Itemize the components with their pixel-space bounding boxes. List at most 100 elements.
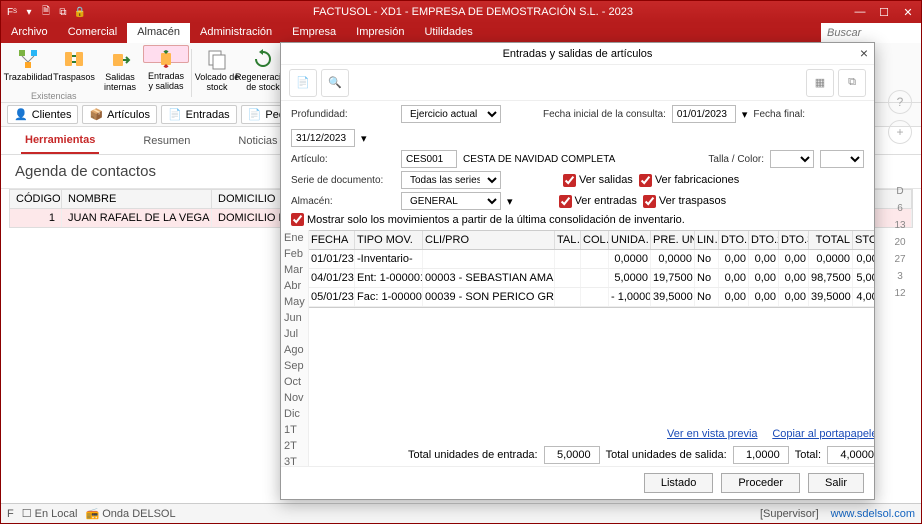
qa-save-icon[interactable]: ▾: [22, 5, 36, 19]
col-cli[interactable]: CLI/PRO: [423, 231, 555, 249]
quick-entradas[interactable]: 📄Entradas: [161, 105, 237, 124]
btn-listado[interactable]: Listado: [644, 473, 713, 493]
col-d1[interactable]: DTO.1: [719, 231, 749, 249]
grid-row[interactable]: 04/01/23Ent: 1-000001 …00003 - SEBASTIAN…: [309, 269, 874, 288]
chk-salidas[interactable]: Ver salidas: [563, 174, 633, 187]
doc-icon: 📄: [248, 108, 262, 121]
menu-utilidades[interactable]: Utilidades: [414, 23, 482, 43]
month-item[interactable]: Jun: [281, 310, 308, 326]
sel-serie[interactable]: Todas las series: [401, 171, 501, 189]
qa-print-icon[interactable]: 🗎: [39, 5, 53, 19]
chk-traspasos[interactable]: Ver traspasos: [643, 195, 726, 208]
month-item[interactable]: Ene: [281, 230, 308, 246]
month-item[interactable]: May: [281, 294, 308, 310]
trace-icon: [16, 47, 40, 71]
col-d2[interactable]: DTO.2: [749, 231, 779, 249]
btn-proceder[interactable]: Proceder: [721, 473, 800, 493]
ribbon-salidas[interactable]: Salidas internas: [97, 45, 143, 93]
qa-copy-icon[interactable]: ⧉: [56, 5, 70, 19]
dialog-filters: Profundidad: Ejercicio actual Fecha inic…: [281, 101, 874, 230]
copy-icon[interactable]: ⧉: [838, 69, 866, 97]
qa-icon[interactable]: FS: [5, 5, 19, 19]
col-d3[interactable]: DTO.3: [779, 231, 809, 249]
grid-icon[interactable]: ▦: [806, 69, 834, 97]
col-uni[interactable]: UNIDA…: [609, 231, 651, 249]
refresh-icon: [251, 47, 275, 71]
tab-herramientas[interactable]: Herramientas: [21, 128, 99, 154]
add-icon[interactable]: +: [888, 120, 912, 144]
status-onda[interactable]: 📻 Onda DELSOL: [85, 507, 175, 520]
menu-impresion[interactable]: Impresión: [346, 23, 414, 43]
menu-administracion[interactable]: Administración: [190, 23, 282, 43]
doc-icon[interactable]: 📄: [289, 69, 317, 97]
link-vista-previa[interactable]: Ver en vista previa: [667, 428, 758, 440]
minimize-button[interactable]: —: [851, 6, 869, 19]
sel-almacen[interactable]: GENERAL: [401, 192, 501, 210]
chevron-down-icon[interactable]: ▾: [742, 108, 748, 121]
col-stock[interactable]: STOCK: [853, 231, 874, 249]
col-lin[interactable]: LIN…: [695, 231, 719, 249]
month-item[interactable]: Sep: [281, 358, 308, 374]
ribbon-entradas-salidas[interactable]: Entradas y salidas: [143, 45, 189, 63]
col-total[interactable]: TOTAL: [809, 231, 853, 249]
col-tal[interactable]: TAL…: [555, 231, 581, 249]
swap-icon: [62, 47, 86, 71]
inp-articulo[interactable]: [401, 150, 457, 168]
inp-fecha-fin[interactable]: [291, 129, 355, 147]
lbl-articulo: Artículo:: [291, 154, 395, 165]
menu-comercial[interactable]: Comercial: [58, 23, 128, 43]
month-item[interactable]: Jul: [281, 326, 308, 342]
month-item[interactable]: 3T: [281, 454, 308, 466]
col-tipo[interactable]: TIPO MOV.: [355, 231, 423, 249]
status-url[interactable]: www.sdelsol.com: [831, 508, 915, 520]
search-input[interactable]: [821, 23, 921, 43]
sel-color[interactable]: [820, 150, 864, 168]
col-nombre[interactable]: NOMBRE: [62, 190, 212, 208]
inp-fecha-ini[interactable]: [672, 105, 736, 123]
grid-row[interactable]: 01/01/23-Inventario-0,00000,0000No0,000,…: [309, 250, 874, 269]
ribbon-traspasos[interactable]: Traspasos: [51, 45, 97, 83]
chk-fabricaciones[interactable]: Ver fabricaciones: [639, 174, 739, 187]
month-item[interactable]: 2T: [281, 438, 308, 454]
dialog-entradas-salidas: Entradas y salidas de artículos × 📄 🔍 ▦ …: [280, 42, 875, 500]
movements-grid: FECHA TIPO MOV. CLI/PRO TAL… COL… UNIDA……: [309, 230, 874, 308]
lbl-fecha-fin: Fecha final:: [753, 109, 805, 120]
col-codigo[interactable]: CÓDIGO: [10, 190, 62, 208]
menu-empresa[interactable]: Empresa: [282, 23, 346, 43]
help-icon[interactable]: ?: [888, 90, 912, 114]
quick-articulos[interactable]: 📦Artículos: [82, 105, 157, 124]
chevron-down-icon[interactable]: ▾: [361, 132, 367, 145]
menu-almacen[interactable]: Almacén: [127, 23, 190, 43]
status-local: ☐ En Local: [22, 507, 78, 520]
menu-archivo[interactable]: Archivo: [1, 23, 58, 43]
month-item[interactable]: Mar: [281, 262, 308, 278]
ribbon-trazabilidad[interactable]: Trazabilidad: [5, 45, 51, 83]
sel-talla[interactable]: [770, 150, 814, 168]
link-copiar[interactable]: Copiar al portapapeles: [772, 428, 874, 440]
tab-resumen[interactable]: Resumen: [139, 129, 194, 153]
quick-clientes[interactable]: 👤Clientes: [7, 105, 78, 124]
month-item[interactable]: Nov: [281, 390, 308, 406]
col-pre[interactable]: PRE. UNI.: [651, 231, 695, 249]
month-item[interactable]: Abr: [281, 278, 308, 294]
col-col[interactable]: COL…: [581, 231, 609, 249]
chk-entradas[interactable]: Ver entradas: [559, 195, 637, 208]
sel-profundidad[interactable]: Ejercicio actual: [401, 105, 501, 123]
month-item[interactable]: 1T: [281, 422, 308, 438]
search-icon[interactable]: 🔍: [321, 69, 349, 97]
close-button[interactable]: ✕: [899, 6, 917, 19]
close-icon[interactable]: ×: [860, 45, 868, 61]
tab-noticias[interactable]: Noticias: [234, 129, 281, 153]
btn-salir[interactable]: Salir: [808, 473, 864, 493]
month-item[interactable]: Dic: [281, 406, 308, 422]
maximize-button[interactable]: ☐: [875, 6, 893, 19]
month-item[interactable]: Feb: [281, 246, 308, 262]
chk-mostrar[interactable]: Mostrar solo los movimientos a partir de…: [291, 213, 685, 226]
grid-row[interactable]: 05/01/23Fac: 1-00000200039 - SON PERICO …: [309, 288, 874, 307]
chevron-down-icon[interactable]: ▾: [507, 195, 513, 208]
month-item[interactable]: Ago: [281, 342, 308, 358]
col-fecha[interactable]: FECHA: [309, 231, 355, 249]
qa-lock-icon[interactable]: 🔒: [73, 5, 87, 19]
month-item[interactable]: Oct: [281, 374, 308, 390]
ribbon-volcado[interactable]: Volcado de stock: [194, 45, 240, 93]
